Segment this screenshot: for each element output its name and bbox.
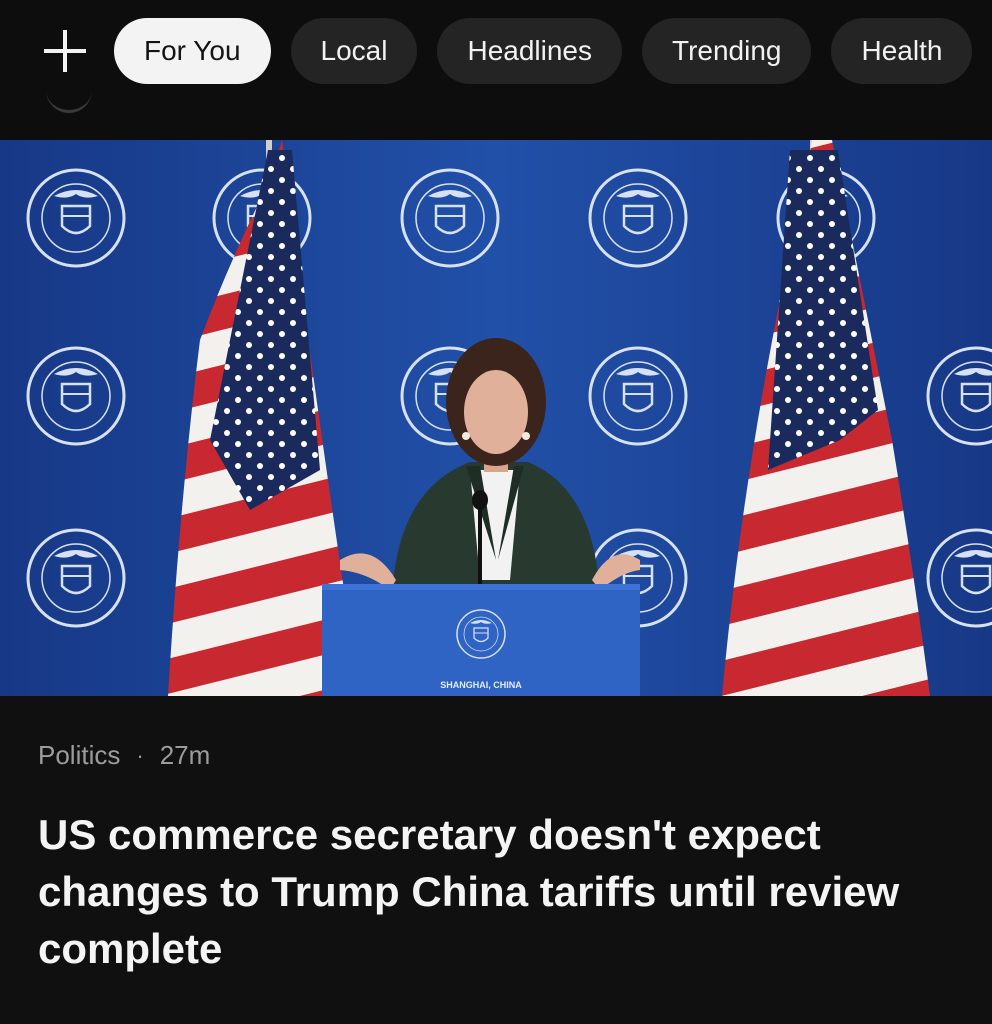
tab-health[interactable]: Health [831, 18, 973, 84]
category-tabs: For You Local Headlines Trending Health [114, 18, 973, 86]
top-navigation-bar: For You Local Headlines Trending Health [0, 0, 992, 140]
tab-local[interactable]: Local [290, 18, 418, 84]
tab-headlines[interactable]: Headlines [437, 18, 622, 84]
previous-card-edge [46, 76, 92, 113]
meta-separator: · [136, 742, 144, 768]
category-label[interactable]: Politics [38, 740, 120, 771]
article-photo[interactable]: SHANGHAI, CHINA [0, 140, 992, 696]
press-conference-image: SHANGHAI, CHINA [0, 140, 992, 696]
article-meta: Politics · 27m [38, 740, 210, 771]
tab-for-you[interactable]: For You [114, 18, 271, 84]
podium-caption: SHANGHAI, CHINA [440, 680, 522, 690]
plus-icon[interactable] [40, 28, 90, 74]
article-headline[interactable]: US commerce secretary doesn't expect cha… [38, 806, 958, 977]
timestamp: 27m [159, 740, 211, 770]
podium: SHANGHAI, CHINA [322, 584, 640, 696]
tab-trending[interactable]: Trending [642, 18, 812, 84]
